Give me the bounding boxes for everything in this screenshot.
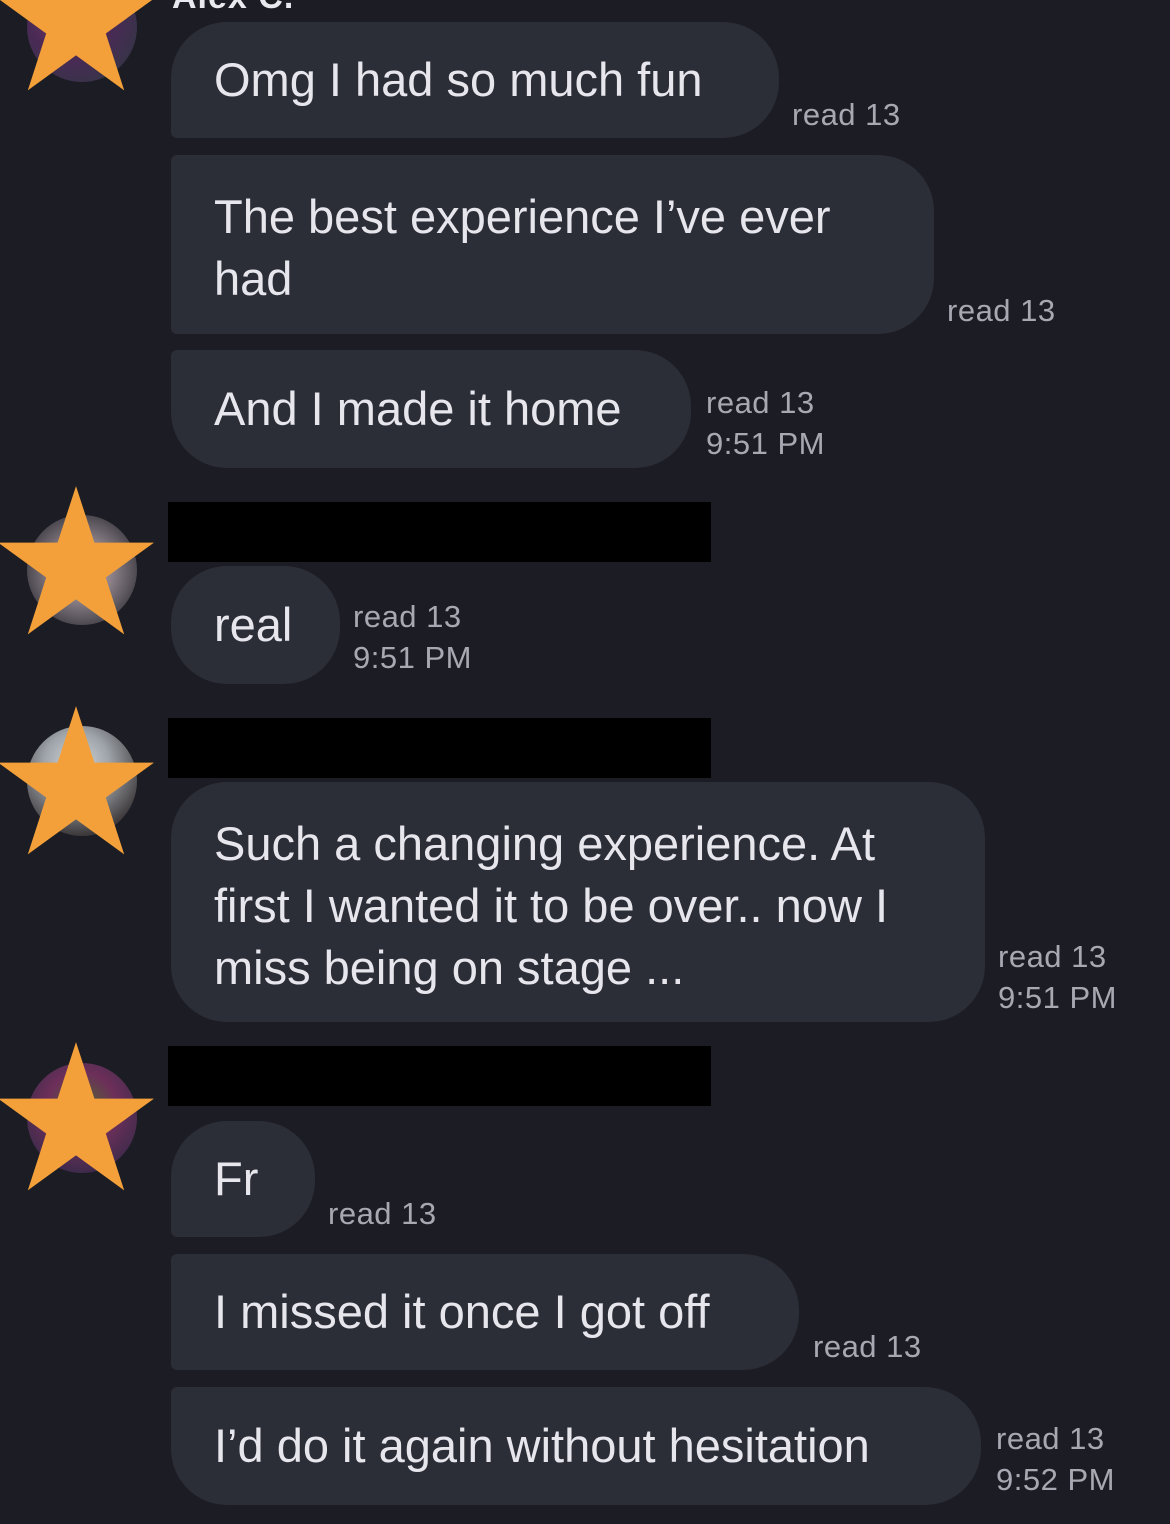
read-receipt: read 13 — [998, 939, 1107, 974]
message-bubble[interactable]: The best experience I’ve ever had — [171, 155, 934, 334]
redacted-sender-name — [168, 718, 711, 778]
message-text: I missed it once I got off — [214, 1285, 710, 1338]
message-bubble[interactable]: I missed it once I got off — [171, 1254, 799, 1370]
message-text: Such a changing experience. At first I w… — [214, 817, 888, 994]
star-icon — [0, 0, 153, 91]
sender-name: Alex C. — [172, 0, 294, 17]
message-text: I’d do it again without hesitation — [214, 1419, 870, 1472]
message-bubble[interactable]: Such a changing experience. At first I w… — [171, 782, 985, 1022]
read-receipt: read 13 — [996, 1421, 1105, 1456]
message-bubble[interactable]: I’d do it again without hesitation — [171, 1387, 981, 1505]
message-meta: read 13 9:51 PM — [998, 936, 1117, 1018]
message-meta: read 13 9:51 PM — [353, 596, 472, 678]
message-meta: read 13 — [328, 1193, 437, 1234]
read-receipt: read 13 — [328, 1196, 437, 1231]
read-receipt: read 13 — [353, 599, 462, 634]
timestamp: 9:51 PM — [706, 426, 825, 461]
star-icon — [0, 706, 154, 855]
message-text: And I made it home — [214, 382, 622, 435]
message-text: Fr — [214, 1152, 259, 1205]
message-bubble[interactable]: Omg I had so much fun — [171, 22, 779, 138]
message-text: Omg I had so much fun — [214, 53, 703, 106]
star-icon — [0, 1042, 154, 1191]
read-receipt: read 13 — [792, 97, 901, 132]
message-bubble[interactable]: Fr — [171, 1121, 315, 1237]
read-receipt: read 13 — [813, 1329, 922, 1364]
message-meta: read 13 — [792, 94, 901, 135]
timestamp: 9:52 PM — [996, 1462, 1115, 1497]
message-text: The best experience I’ve ever had — [214, 190, 831, 305]
read-receipt: read 13 — [947, 293, 1056, 328]
timestamp: 9:51 PM — [998, 980, 1117, 1015]
message-text: real — [214, 598, 293, 651]
redacted-sender-name — [168, 1046, 711, 1106]
redacted-sender-name — [168, 502, 711, 562]
read-receipt: read 13 — [706, 385, 815, 420]
timestamp: 9:51 PM — [353, 640, 472, 675]
message-meta: read 13 9:52 PM — [996, 1418, 1115, 1500]
star-icon — [0, 486, 154, 635]
message-bubble[interactable]: real — [171, 566, 340, 684]
message-meta: read 13 9:51 PM — [706, 382, 825, 464]
message-meta: read 13 — [813, 1326, 922, 1367]
message-meta: read 13 — [947, 290, 1056, 331]
message-bubble[interactable]: And I made it home — [171, 350, 691, 468]
